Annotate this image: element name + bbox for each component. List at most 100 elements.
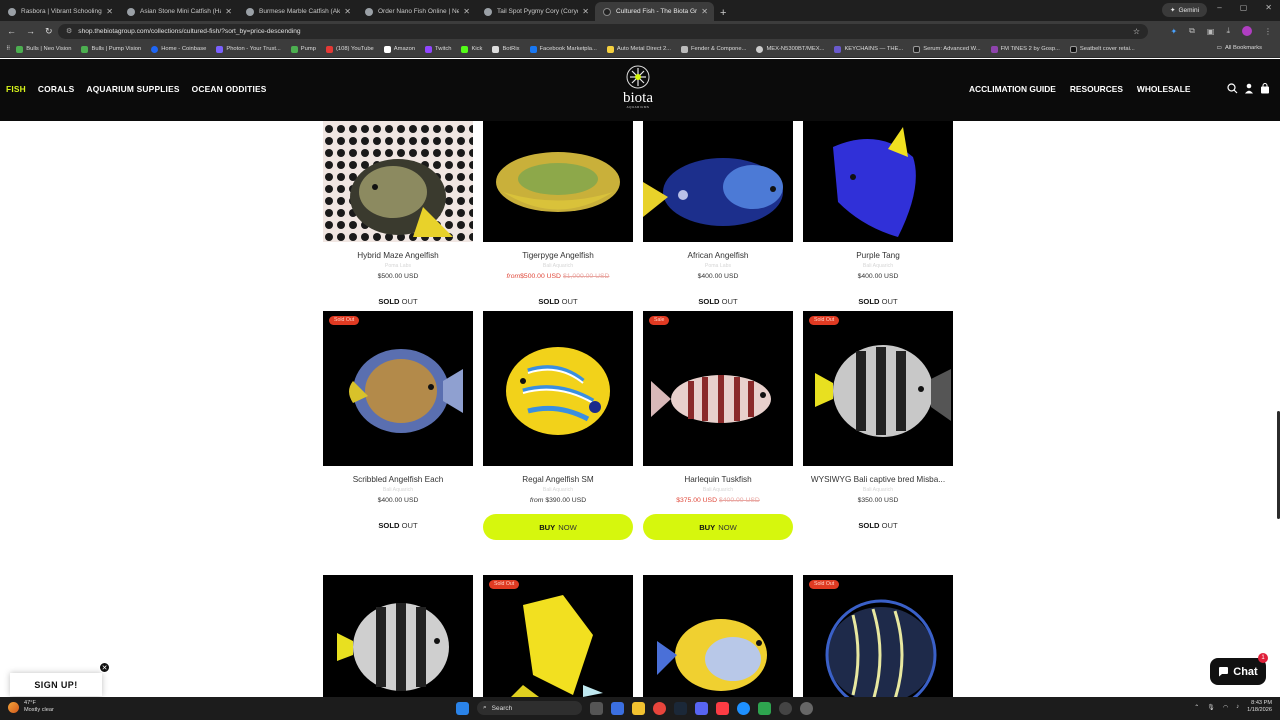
maximize-icon[interactable]: ▢ bbox=[1240, 3, 1248, 12]
sidepanel-icon[interactable]: ▣ bbox=[1207, 27, 1215, 36]
product-card[interactable] bbox=[323, 575, 473, 697]
product-title[interactable]: African Angelfish bbox=[643, 251, 793, 260]
address-bar[interactable]: ⚙ shop.thebiotagroup.com/collections/cul… bbox=[58, 23, 1148, 39]
product-card[interactable]: Sold Out WYSIWYG Bali captive bred Misba… bbox=[803, 311, 953, 530]
wifi-icon[interactable]: ◠ bbox=[1223, 704, 1228, 711]
tab-close-icon[interactable]: ✕ bbox=[582, 7, 589, 16]
product-image[interactable]: Sold Out bbox=[483, 575, 633, 697]
gemini-button[interactable]: ✦ Gemini bbox=[1162, 3, 1208, 17]
profile-avatar[interactable] bbox=[1242, 26, 1252, 36]
buy-now-button[interactable]: BUY NOW bbox=[483, 514, 633, 540]
product-card[interactable]: African Angelfish Poma Labs $400.00 USD … bbox=[643, 121, 793, 306]
product-image[interactable] bbox=[483, 311, 633, 466]
browser-tab[interactable]: Tail Spot Pygmy Cory (Corydo... ✕ bbox=[476, 2, 595, 21]
product-title[interactable]: Purple Tang bbox=[803, 251, 953, 260]
download-icon[interactable]: ⤓ bbox=[1226, 26, 1230, 36]
bookmark-item[interactable]: Twitch bbox=[425, 45, 451, 53]
bookmark-item[interactable]: Fender & Compone... bbox=[681, 45, 746, 53]
back-icon[interactable]: ← bbox=[7, 26, 16, 37]
tray-overflow-icon[interactable]: ⌃ bbox=[1194, 704, 1199, 711]
browser-tab[interactable]: Burmese Marble Catfish (Akysis...✕ bbox=[238, 2, 357, 21]
steam-icon[interactable] bbox=[674, 701, 687, 715]
windows-start-icon[interactable] bbox=[456, 701, 469, 715]
tab-close-icon[interactable]: ✕ bbox=[344, 7, 351, 16]
clock[interactable]: 8:43 PM 1/18/2026 bbox=[1247, 700, 1272, 714]
product-card[interactable]: Sold Out bbox=[483, 575, 633, 697]
all-bookmarks-button[interactable]: ▭ All Bookmarks bbox=[1216, 45, 1262, 51]
nav-wholesale[interactable]: WHOLESALE bbox=[1137, 84, 1191, 94]
reload-icon[interactable]: ↻ bbox=[45, 26, 53, 37]
bookmark-item[interactable]: KEYCHAINS — THE... bbox=[834, 45, 903, 53]
volume-icon[interactable]: ♪ bbox=[1236, 704, 1239, 710]
discord-icon[interactable] bbox=[695, 701, 708, 715]
product-card[interactable]: Sold Out bbox=[803, 575, 953, 697]
search-icon[interactable] bbox=[1227, 83, 1238, 94]
browser-tab[interactable]: Rasbora | Vibrant Schooling Fish ✕ bbox=[0, 2, 119, 21]
app-icon[interactable] bbox=[779, 701, 792, 715]
product-title[interactable]: WYSIWYG Bali captive bred Misba... bbox=[803, 475, 953, 484]
browser-tab[interactable]: Asian Stone Mini Catfish (Hara... ✕ bbox=[119, 2, 238, 21]
bookmark-item[interactable]: Serum: Advanced W... bbox=[913, 45, 981, 53]
store-icon[interactable] bbox=[758, 701, 771, 715]
minimize-icon[interactable]: – bbox=[1217, 3, 1221, 12]
product-image[interactable]: Sold Out bbox=[323, 311, 473, 466]
product-image[interactable] bbox=[643, 575, 793, 697]
new-tab-button[interactable]: + bbox=[714, 7, 732, 21]
task-view-icon[interactable] bbox=[590, 701, 603, 715]
bookmark-star-icon[interactable]: ☆ bbox=[1133, 27, 1140, 36]
music-icon[interactable] bbox=[716, 701, 729, 715]
tab-close-icon[interactable]: ✕ bbox=[701, 7, 708, 16]
edge-icon[interactable] bbox=[737, 701, 750, 715]
product-image[interactable]: Sale bbox=[643, 311, 793, 466]
product-image[interactable] bbox=[483, 121, 633, 242]
menu-kebab-icon[interactable]: ⋮ bbox=[1264, 27, 1272, 36]
product-image[interactable]: Sold Out bbox=[803, 575, 953, 697]
product-image[interactable] bbox=[323, 121, 473, 242]
bookmark-item[interactable]: Bulls | Neo Vision bbox=[16, 45, 71, 53]
weather-widget[interactable]: 47°F Mostly clear bbox=[8, 700, 54, 714]
tab-close-icon[interactable]: ✕ bbox=[463, 7, 470, 16]
product-image[interactable] bbox=[643, 121, 793, 242]
product-card[interactable]: Purple Tang Bali Aquarich $400.00 USD SO… bbox=[803, 121, 953, 306]
forward-icon[interactable]: → bbox=[26, 26, 35, 37]
product-card[interactable]: Hybrid Maze Angelfish Poma Labs $500.00 … bbox=[323, 121, 473, 306]
nav-ocean-oddities[interactable]: OCEAN ODDITIES bbox=[192, 84, 267, 94]
buy-now-button[interactable]: BUY NOW bbox=[643, 514, 793, 540]
bookmark-item[interactable]: (108) YouTube bbox=[325, 45, 374, 53]
close-window-icon[interactable]: ✕ bbox=[1265, 3, 1272, 12]
cart-icon[interactable] bbox=[1260, 83, 1270, 94]
browser-tab[interactable]: Order Nano Fish Online | Next...✕ bbox=[357, 2, 476, 21]
product-card[interactable]: Regal Angelfish SM Bali Aquarich from $3… bbox=[483, 311, 633, 540]
close-icon[interactable]: ✕ bbox=[99, 662, 110, 673]
bookmark-item[interactable]: Pump bbox=[290, 45, 316, 53]
nav-aquarium-supplies[interactable]: AQUARIUM SUPPLIES bbox=[86, 84, 179, 94]
copilot-icon[interactable] bbox=[611, 701, 624, 715]
microphone-icon[interactable]: 🎙 bbox=[1207, 704, 1215, 711]
bookmark-item[interactable]: Auto Metal Direct 2... bbox=[606, 45, 671, 53]
taskbar-search[interactable]: ⌕ Search bbox=[477, 701, 582, 715]
product-card[interactable]: Sale Harlequin Tuskfish Bali Aquarich $3… bbox=[643, 311, 793, 540]
tab-close-icon[interactable]: ✕ bbox=[106, 7, 113, 16]
product-card[interactable]: Tigerpyge Angelfish Bali Aquarich from$5… bbox=[483, 121, 633, 306]
site-logo[interactable]: biota AQUARIUMS bbox=[614, 64, 662, 116]
product-title[interactable]: Regal Angelfish SM bbox=[483, 475, 633, 484]
bookmark-item[interactable]: MEX-N5300BT/MEX... bbox=[756, 45, 824, 53]
tab-close-icon[interactable]: ✕ bbox=[225, 7, 232, 16]
bookmark-item[interactable]: Facebook Marketpla... bbox=[529, 45, 597, 53]
extensions-puzzle-icon[interactable]: ⧉ bbox=[1189, 26, 1195, 36]
product-image[interactable]: Sold Out bbox=[803, 311, 953, 466]
bookmark-item[interactable]: Bulls | Pump Vision bbox=[81, 45, 141, 53]
nav-fish[interactable]: FISH bbox=[6, 84, 26, 94]
signup-popup-button[interactable]: SIGN UP! bbox=[10, 673, 102, 696]
chrome-icon[interactable] bbox=[653, 701, 666, 715]
file-explorer-icon[interactable] bbox=[632, 701, 645, 715]
product-card[interactable] bbox=[643, 575, 793, 697]
product-image[interactable] bbox=[323, 575, 473, 697]
apps-icon[interactable]: ⠿ bbox=[6, 46, 10, 52]
product-card[interactable]: Sold Out Scribbled Angelfish Each Bali A… bbox=[323, 311, 473, 530]
bookmark-item[interactable]: Seatbelt cover retai... bbox=[1069, 45, 1135, 53]
settings-icon[interactable] bbox=[800, 701, 813, 715]
url-text[interactable]: shop.thebiotagroup.com/collections/cultu… bbox=[78, 28, 300, 35]
bookmark-item[interactable]: Home - Coinbase bbox=[151, 45, 206, 53]
bookmark-item[interactable]: FM TiNES 2 by Gosp... bbox=[990, 45, 1060, 53]
